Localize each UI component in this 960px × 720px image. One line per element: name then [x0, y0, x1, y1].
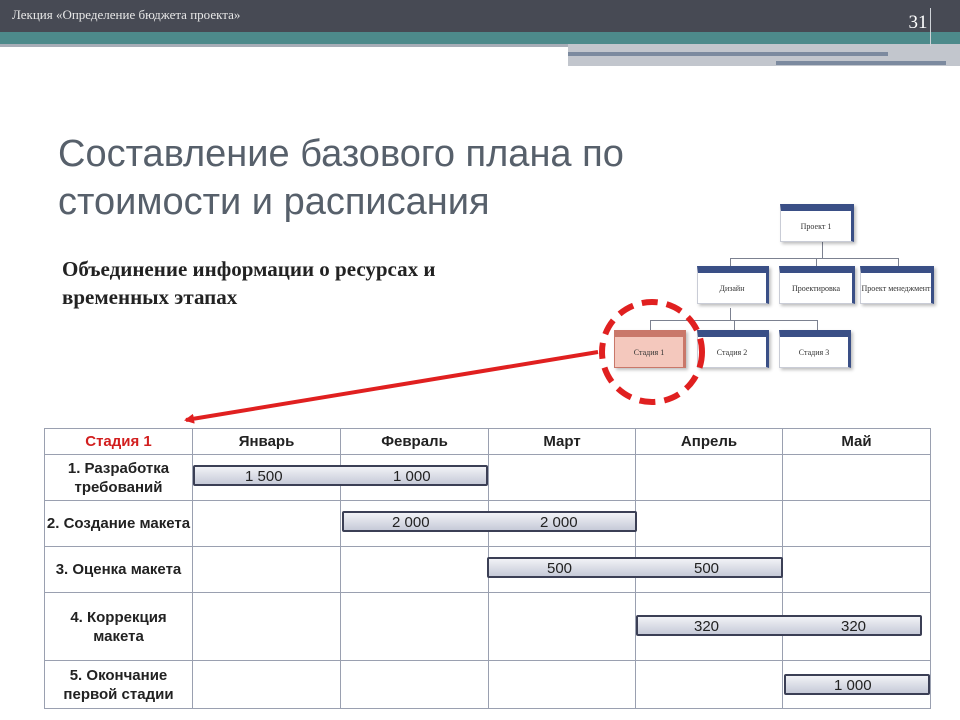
- gantt-bar-task-5: 1 000: [784, 674, 930, 695]
- bar-value: 2 000: [392, 514, 430, 531]
- task-name: 4. Коррекция макета: [44, 592, 193, 661]
- bar-value: 1 000: [834, 677, 872, 694]
- bar-value: 320: [841, 618, 867, 635]
- gantt-bar-task-1: 1 500 1 000: [193, 465, 488, 486]
- pointer-arrow: [184, 350, 599, 424]
- gantt-bar-task-2: 2 000 2 000: [342, 511, 637, 532]
- highlight-circle: [599, 299, 705, 405]
- bar-value: 320: [694, 618, 720, 635]
- month-header: Февраль: [340, 428, 489, 455]
- month-header: Май: [782, 428, 931, 455]
- gantt-bar-task-4: 320 320: [636, 615, 922, 636]
- gantt-bar-task-3: 500 500: [487, 557, 783, 578]
- month-header: Январь: [192, 428, 341, 455]
- bar-value: 1 500: [245, 468, 283, 485]
- task-name: 3. Оценка макета: [44, 546, 193, 593]
- task-name: 5. Окончание первой стадии: [44, 660, 193, 709]
- month-header: Март: [488, 428, 636, 455]
- stage-header: Стадия 1: [44, 428, 193, 455]
- bar-value: 500: [694, 560, 720, 577]
- bar-value: 1 000: [393, 468, 431, 485]
- month-header: Апрель: [635, 428, 783, 455]
- task-name: 2. Создание макета: [44, 500, 193, 547]
- bar-value: 2 000: [540, 514, 578, 531]
- task-name: 1. Разработка требований: [44, 454, 193, 501]
- bar-value: 500: [547, 560, 573, 577]
